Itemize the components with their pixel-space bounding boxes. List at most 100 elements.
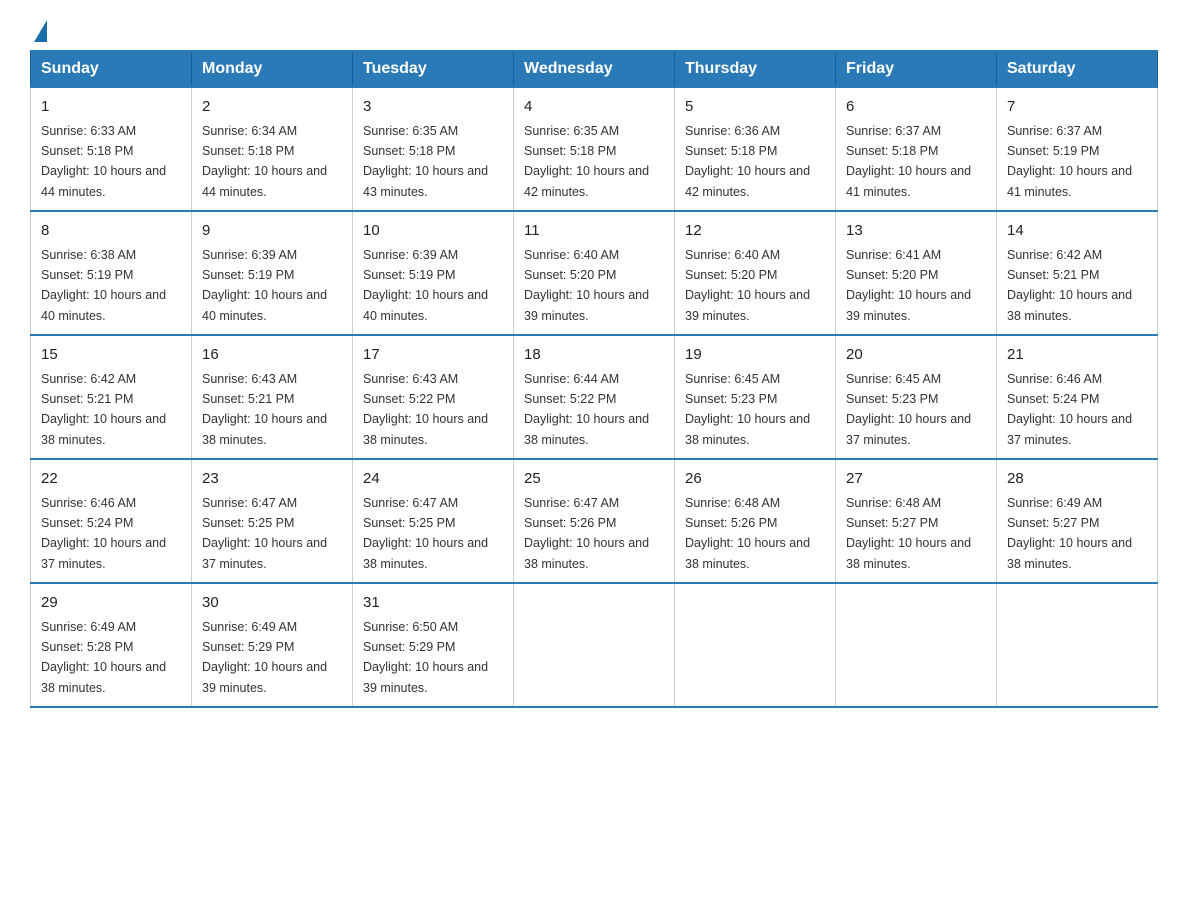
calendar-cell — [514, 583, 675, 707]
day-info: Sunrise: 6:37 AMSunset: 5:18 PMDaylight:… — [846, 124, 971, 199]
col-header-thursday: Thursday — [675, 51, 836, 87]
day-info: Sunrise: 6:46 AMSunset: 5:24 PMDaylight:… — [41, 496, 166, 571]
day-number: 31 — [363, 592, 503, 615]
day-number: 26 — [685, 468, 825, 491]
calendar-cell: 29 Sunrise: 6:49 AMSunset: 5:28 PMDaylig… — [31, 583, 192, 707]
calendar-cell: 20 Sunrise: 6:45 AMSunset: 5:23 PMDaylig… — [836, 335, 997, 459]
calendar-cell: 27 Sunrise: 6:48 AMSunset: 5:27 PMDaylig… — [836, 459, 997, 583]
day-info: Sunrise: 6:39 AMSunset: 5:19 PMDaylight:… — [363, 248, 488, 323]
day-number: 10 — [363, 220, 503, 243]
day-info: Sunrise: 6:34 AMSunset: 5:18 PMDaylight:… — [202, 124, 327, 199]
calendar-cell — [997, 583, 1158, 707]
calendar-cell — [836, 583, 997, 707]
day-number: 21 — [1007, 344, 1147, 367]
day-info: Sunrise: 6:35 AMSunset: 5:18 PMDaylight:… — [363, 124, 488, 199]
calendar-cell: 30 Sunrise: 6:49 AMSunset: 5:29 PMDaylig… — [192, 583, 353, 707]
day-info: Sunrise: 6:36 AMSunset: 5:18 PMDaylight:… — [685, 124, 810, 199]
day-number: 7 — [1007, 96, 1147, 119]
calendar-cell: 7 Sunrise: 6:37 AMSunset: 5:19 PMDayligh… — [997, 87, 1158, 211]
day-number: 18 — [524, 344, 664, 367]
day-info: Sunrise: 6:49 AMSunset: 5:29 PMDaylight:… — [202, 620, 327, 695]
calendar-cell: 10 Sunrise: 6:39 AMSunset: 5:19 PMDaylig… — [353, 211, 514, 335]
logo-triangle-icon — [34, 20, 47, 42]
day-number: 30 — [202, 592, 342, 615]
calendar-week-row: 22 Sunrise: 6:46 AMSunset: 5:24 PMDaylig… — [31, 459, 1158, 583]
day-number: 24 — [363, 468, 503, 491]
day-number: 8 — [41, 220, 181, 243]
day-info: Sunrise: 6:47 AMSunset: 5:25 PMDaylight:… — [363, 496, 488, 571]
col-header-monday: Monday — [192, 51, 353, 87]
day-number: 17 — [363, 344, 503, 367]
calendar-cell: 8 Sunrise: 6:38 AMSunset: 5:19 PMDayligh… — [31, 211, 192, 335]
day-info: Sunrise: 6:33 AMSunset: 5:18 PMDaylight:… — [41, 124, 166, 199]
calendar-cell: 25 Sunrise: 6:47 AMSunset: 5:26 PMDaylig… — [514, 459, 675, 583]
day-info: Sunrise: 6:45 AMSunset: 5:23 PMDaylight:… — [846, 372, 971, 447]
calendar-cell: 17 Sunrise: 6:43 AMSunset: 5:22 PMDaylig… — [353, 335, 514, 459]
calendar-cell: 13 Sunrise: 6:41 AMSunset: 5:20 PMDaylig… — [836, 211, 997, 335]
calendar-cell: 15 Sunrise: 6:42 AMSunset: 5:21 PMDaylig… — [31, 335, 192, 459]
calendar-header-row: SundayMondayTuesdayWednesdayThursdayFrid… — [31, 51, 1158, 87]
calendar-cell: 9 Sunrise: 6:39 AMSunset: 5:19 PMDayligh… — [192, 211, 353, 335]
col-header-saturday: Saturday — [997, 51, 1158, 87]
day-info: Sunrise: 6:38 AMSunset: 5:19 PMDaylight:… — [41, 248, 166, 323]
day-number: 23 — [202, 468, 342, 491]
day-number: 14 — [1007, 220, 1147, 243]
calendar-week-row: 1 Sunrise: 6:33 AMSunset: 5:18 PMDayligh… — [31, 87, 1158, 211]
day-info: Sunrise: 6:47 AMSunset: 5:26 PMDaylight:… — [524, 496, 649, 571]
day-number: 15 — [41, 344, 181, 367]
day-info: Sunrise: 6:43 AMSunset: 5:21 PMDaylight:… — [202, 372, 327, 447]
day-info: Sunrise: 6:40 AMSunset: 5:20 PMDaylight:… — [524, 248, 649, 323]
calendar-cell: 5 Sunrise: 6:36 AMSunset: 5:18 PMDayligh… — [675, 87, 836, 211]
col-header-friday: Friday — [836, 51, 997, 87]
day-number: 29 — [41, 592, 181, 615]
day-number: 19 — [685, 344, 825, 367]
calendar-cell: 21 Sunrise: 6:46 AMSunset: 5:24 PMDaylig… — [997, 335, 1158, 459]
calendar-cell: 28 Sunrise: 6:49 AMSunset: 5:27 PMDaylig… — [997, 459, 1158, 583]
col-header-sunday: Sunday — [31, 51, 192, 87]
calendar-cell: 18 Sunrise: 6:44 AMSunset: 5:22 PMDaylig… — [514, 335, 675, 459]
day-number: 28 — [1007, 468, 1147, 491]
day-info: Sunrise: 6:35 AMSunset: 5:18 PMDaylight:… — [524, 124, 649, 199]
calendar-cell: 16 Sunrise: 6:43 AMSunset: 5:21 PMDaylig… — [192, 335, 353, 459]
day-info: Sunrise: 6:48 AMSunset: 5:27 PMDaylight:… — [846, 496, 971, 571]
page-header — [30, 20, 1158, 40]
day-info: Sunrise: 6:40 AMSunset: 5:20 PMDaylight:… — [685, 248, 810, 323]
calendar-week-row: 15 Sunrise: 6:42 AMSunset: 5:21 PMDaylig… — [31, 335, 1158, 459]
day-info: Sunrise: 6:47 AMSunset: 5:25 PMDaylight:… — [202, 496, 327, 571]
day-number: 16 — [202, 344, 342, 367]
day-info: Sunrise: 6:39 AMSunset: 5:19 PMDaylight:… — [202, 248, 327, 323]
calendar-week-row: 29 Sunrise: 6:49 AMSunset: 5:28 PMDaylig… — [31, 583, 1158, 707]
day-number: 11 — [524, 220, 664, 243]
calendar-cell: 24 Sunrise: 6:47 AMSunset: 5:25 PMDaylig… — [353, 459, 514, 583]
calendar-cell: 6 Sunrise: 6:37 AMSunset: 5:18 PMDayligh… — [836, 87, 997, 211]
calendar-cell: 26 Sunrise: 6:48 AMSunset: 5:26 PMDaylig… — [675, 459, 836, 583]
day-info: Sunrise: 6:43 AMSunset: 5:22 PMDaylight:… — [363, 372, 488, 447]
calendar-cell: 19 Sunrise: 6:45 AMSunset: 5:23 PMDaylig… — [675, 335, 836, 459]
day-number: 25 — [524, 468, 664, 491]
day-number: 1 — [41, 96, 181, 119]
day-number: 27 — [846, 468, 986, 491]
col-header-tuesday: Tuesday — [353, 51, 514, 87]
day-number: 12 — [685, 220, 825, 243]
day-info: Sunrise: 6:44 AMSunset: 5:22 PMDaylight:… — [524, 372, 649, 447]
day-number: 6 — [846, 96, 986, 119]
day-number: 13 — [846, 220, 986, 243]
calendar-cell: 4 Sunrise: 6:35 AMSunset: 5:18 PMDayligh… — [514, 87, 675, 211]
day-number: 4 — [524, 96, 664, 119]
day-number: 5 — [685, 96, 825, 119]
day-info: Sunrise: 6:46 AMSunset: 5:24 PMDaylight:… — [1007, 372, 1132, 447]
calendar-cell: 11 Sunrise: 6:40 AMSunset: 5:20 PMDaylig… — [514, 211, 675, 335]
calendar-cell: 23 Sunrise: 6:47 AMSunset: 5:25 PMDaylig… — [192, 459, 353, 583]
day-info: Sunrise: 6:41 AMSunset: 5:20 PMDaylight:… — [846, 248, 971, 323]
calendar-cell: 3 Sunrise: 6:35 AMSunset: 5:18 PMDayligh… — [353, 87, 514, 211]
day-number: 3 — [363, 96, 503, 119]
calendar-cell: 1 Sunrise: 6:33 AMSunset: 5:18 PMDayligh… — [31, 87, 192, 211]
day-info: Sunrise: 6:37 AMSunset: 5:19 PMDaylight:… — [1007, 124, 1132, 199]
calendar-cell — [675, 583, 836, 707]
calendar-cell: 31 Sunrise: 6:50 AMSunset: 5:29 PMDaylig… — [353, 583, 514, 707]
day-number: 20 — [846, 344, 986, 367]
day-info: Sunrise: 6:49 AMSunset: 5:28 PMDaylight:… — [41, 620, 166, 695]
day-number: 22 — [41, 468, 181, 491]
calendar-week-row: 8 Sunrise: 6:38 AMSunset: 5:19 PMDayligh… — [31, 211, 1158, 335]
day-info: Sunrise: 6:49 AMSunset: 5:27 PMDaylight:… — [1007, 496, 1132, 571]
